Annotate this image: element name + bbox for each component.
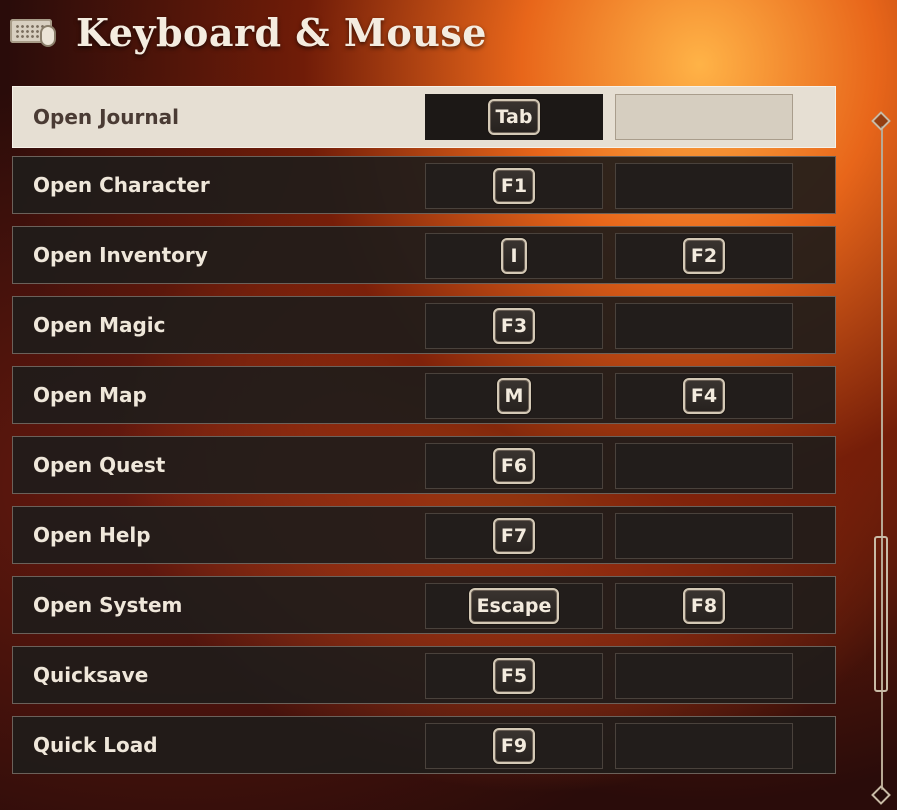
primary-key-slot[interactable]: Escape xyxy=(425,583,603,629)
key-cap: M xyxy=(496,378,532,414)
action-label: Open Map xyxy=(33,383,147,407)
keybinding-row-open-quest[interactable]: Open Quest F6 xyxy=(12,436,836,494)
scrollbar[interactable] xyxy=(870,108,894,808)
keybinding-row-quick-load[interactable]: Quick Load F9 xyxy=(12,716,836,774)
secondary-key-slot[interactable]: F2 xyxy=(615,233,793,279)
secondary-key-slot[interactable] xyxy=(615,513,793,559)
secondary-key-slot[interactable] xyxy=(615,303,793,349)
key-cap: F9 xyxy=(492,728,536,764)
action-label: Open Quest xyxy=(33,453,166,477)
action-label: Open Character xyxy=(33,173,210,197)
action-label: Open Help xyxy=(33,523,151,547)
primary-key-slot[interactable]: I xyxy=(425,233,603,279)
primary-key-slot[interactable]: F5 xyxy=(425,653,603,699)
action-label: Open Journal xyxy=(33,105,179,129)
secondary-key-slot[interactable]: F4 xyxy=(615,373,793,419)
primary-key-slot[interactable]: F7 xyxy=(425,513,603,559)
key-cap: Tab xyxy=(487,99,541,135)
secondary-key-slot[interactable] xyxy=(615,653,793,699)
keybinding-row-open-inventory[interactable]: Open Inventory I F2 xyxy=(12,226,836,284)
keybinding-row-open-system[interactable]: Open System Escape F8 xyxy=(12,576,836,634)
key-cap: F1 xyxy=(492,168,536,204)
scroll-down-icon[interactable] xyxy=(871,785,891,805)
keybinding-list: Open Journal Tab Open Character F1 Open … xyxy=(12,86,836,786)
key-cap: F7 xyxy=(492,518,536,554)
page-title: Keyboard & Mouse xyxy=(76,9,487,55)
key-cap: F2 xyxy=(682,238,726,274)
secondary-key-slot[interactable] xyxy=(615,443,793,489)
scrollbar-thumb[interactable] xyxy=(874,536,888,692)
key-cap: Escape xyxy=(468,588,560,624)
primary-key-slot[interactable]: F9 xyxy=(425,723,603,769)
page-header: Keyboard & Mouse xyxy=(10,8,487,56)
key-cap: F6 xyxy=(492,448,536,484)
primary-key-slot[interactable]: M xyxy=(425,373,603,419)
keyboard-mouse-icon xyxy=(10,17,58,47)
secondary-key-slot[interactable] xyxy=(615,94,793,140)
key-cap: F4 xyxy=(682,378,726,414)
secondary-key-slot[interactable] xyxy=(615,163,793,209)
key-cap: F5 xyxy=(492,658,536,694)
key-cap: I xyxy=(501,238,527,274)
action-label: Quicksave xyxy=(33,663,149,687)
scroll-up-icon[interactable] xyxy=(871,111,891,131)
action-label: Open Magic xyxy=(33,313,166,337)
keybinding-row-open-map[interactable]: Open Map M F4 xyxy=(12,366,836,424)
secondary-key-slot[interactable]: F8 xyxy=(615,583,793,629)
primary-key-slot[interactable]: Tab xyxy=(425,94,603,140)
key-cap: F3 xyxy=(492,308,536,344)
key-cap: F8 xyxy=(682,588,726,624)
keybinding-row-open-character[interactable]: Open Character F1 xyxy=(12,156,836,214)
action-label: Open System xyxy=(33,593,183,617)
keybinding-row-open-help[interactable]: Open Help F7 xyxy=(12,506,836,564)
keybinding-row-open-magic[interactable]: Open Magic F3 xyxy=(12,296,836,354)
primary-key-slot[interactable]: F3 xyxy=(425,303,603,349)
action-label: Open Inventory xyxy=(33,243,208,267)
keybinding-row-open-journal[interactable]: Open Journal Tab xyxy=(12,86,836,148)
primary-key-slot[interactable]: F6 xyxy=(425,443,603,489)
action-label: Quick Load xyxy=(33,733,158,757)
primary-key-slot[interactable]: F1 xyxy=(425,163,603,209)
keybinding-row-quicksave[interactable]: Quicksave F5 xyxy=(12,646,836,704)
secondary-key-slot[interactable] xyxy=(615,723,793,769)
